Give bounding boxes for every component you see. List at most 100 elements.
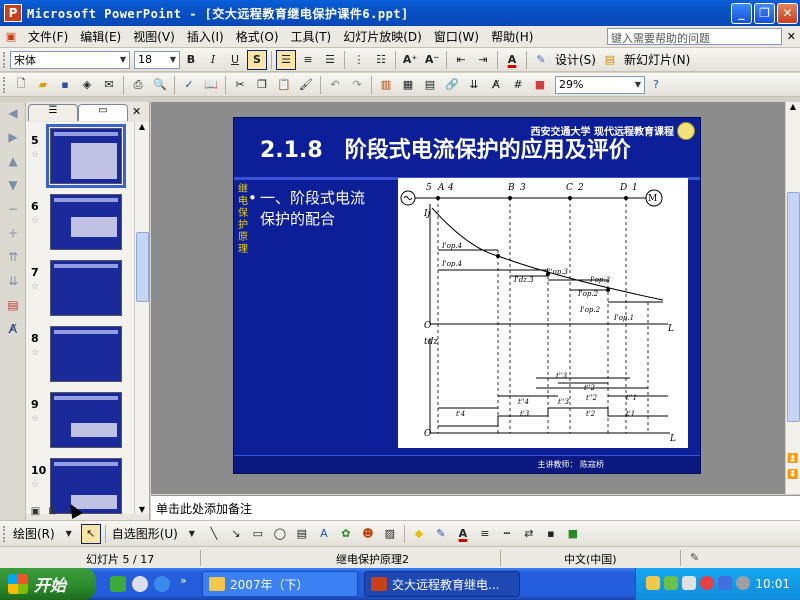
- toolbar-grip[interactable]: [3, 76, 6, 93]
- thumbnail-scrollbar[interactable]: ▲ ▼: [134, 122, 149, 514]
- scrollbar-thumb[interactable]: [136, 232, 149, 302]
- select-objects-icon[interactable]: ↖: [80, 523, 101, 544]
- arrow-icon[interactable]: ↘: [226, 524, 246, 544]
- tray-pencil-icon[interactable]: [646, 576, 660, 590]
- decrease-indent-icon[interactable]: ⇤: [451, 50, 471, 70]
- slide-title[interactable]: 2.1.8 阶段式电流保护的应用及评价: [260, 132, 631, 164]
- zoom-select[interactable]: 29% ▼: [555, 75, 645, 94]
- previous-slide-icon[interactable]: ⏫: [786, 454, 800, 464]
- menu-insert[interactable]: 插入(I): [181, 28, 230, 45]
- restore-button[interactable]: ❐: [754, 3, 775, 24]
- chevron-down-icon[interactable]: ▼: [59, 524, 79, 544]
- slide-thumbnail-7[interactable]: 7 ☆: [26, 258, 134, 322]
- tray-volume-icon[interactable]: [682, 576, 696, 590]
- picture-icon[interactable]: ▨: [380, 524, 400, 544]
- summary-slide-icon[interactable]: ▤: [3, 298, 23, 318]
- permission-icon[interactable]: ◈: [77, 75, 97, 95]
- promote-icon[interactable]: ◀: [3, 106, 23, 126]
- move-down-icon[interactable]: ▼: [3, 178, 23, 198]
- font-name-select[interactable]: 宋体 ▼: [10, 50, 130, 69]
- expand-icon[interactable]: +: [3, 226, 23, 246]
- dash-style-icon[interactable]: ┅: [497, 524, 517, 544]
- new-slide-button[interactable]: 新幻灯片(N): [621, 51, 693, 68]
- scrollbar-thumb[interactable]: [787, 192, 800, 422]
- increase-font-icon[interactable]: A⁺: [400, 50, 420, 70]
- clock[interactable]: 10:01: [755, 577, 790, 591]
- collapse-icon[interactable]: −: [3, 202, 23, 222]
- chevron-down-icon[interactable]: ▼: [182, 524, 202, 544]
- close-document-icon[interactable]: ✕: [787, 30, 796, 43]
- task-folder[interactable]: 2007年（下）: [202, 571, 358, 597]
- start-button[interactable]: 开始: [0, 568, 96, 600]
- insert-table-icon[interactable]: ▦: [398, 75, 418, 95]
- research-icon[interactable]: 📖: [201, 75, 221, 95]
- menu-format[interactable]: 格式(O): [230, 28, 285, 45]
- menu-view[interactable]: 视图(V): [127, 28, 181, 45]
- minimize-button[interactable]: _: [731, 3, 752, 24]
- new-slide-icon[interactable]: ▤: [600, 50, 620, 70]
- italic-button[interactable]: I: [203, 50, 223, 70]
- arrow-style-icon[interactable]: ⇄: [519, 524, 539, 544]
- scroll-down-icon[interactable]: ▼: [135, 505, 149, 514]
- bold-button[interactable]: B: [181, 50, 201, 70]
- slide-thumbnail-8[interactable]: 8 ☆: [26, 324, 134, 388]
- fill-color-icon[interactable]: ◆: [409, 524, 429, 544]
- help-icon[interactable]: ?: [646, 75, 666, 95]
- align-left-icon[interactable]: ☰: [276, 49, 296, 70]
- align-right-icon[interactable]: ☰: [320, 50, 340, 70]
- shadow-button[interactable]: S: [247, 49, 267, 70]
- menu-help[interactable]: 帮助(H): [485, 28, 539, 45]
- align-center-icon[interactable]: ≡: [298, 50, 318, 70]
- show-formatting-icon[interactable]: A̸: [486, 75, 506, 95]
- tab-outline[interactable]: ☰: [28, 104, 78, 121]
- scroll-up-icon[interactable]: ▲: [135, 122, 149, 131]
- slide-thumbnail-6[interactable]: 6 ☆: [26, 192, 134, 256]
- move-up-icon[interactable]: ▲: [3, 154, 23, 174]
- notes-pane[interactable]: 单击此处添加备注: [151, 495, 800, 520]
- increase-indent-icon[interactable]: ⇥: [473, 50, 493, 70]
- open-folder-icon[interactable]: ▰: [33, 75, 53, 95]
- menu-slideshow[interactable]: 幻灯片放映(D): [337, 28, 428, 45]
- numbering-icon[interactable]: ⋮: [349, 50, 369, 70]
- tray-security-icon[interactable]: [700, 576, 714, 590]
- print-icon[interactable]: ⎙: [128, 75, 148, 95]
- 3d-style-icon[interactable]: ■: [563, 524, 583, 544]
- expand-all-icon[interactable]: ⇊: [3, 274, 23, 294]
- quicklaunch-media-icon[interactable]: [132, 576, 148, 592]
- new-document-icon[interactable]: 🗋: [11, 75, 31, 95]
- paste-icon[interactable]: 📋: [274, 75, 294, 95]
- tray-update-icon[interactable]: [736, 576, 750, 590]
- copy-icon[interactable]: ❐: [252, 75, 272, 95]
- font-color-icon[interactable]: A: [453, 524, 473, 544]
- bullets-icon[interactable]: ☷: [371, 50, 391, 70]
- save-icon[interactable]: ▪: [55, 75, 75, 95]
- quicklaunch-browser-icon[interactable]: [154, 576, 170, 592]
- font-size-select[interactable]: 18 ▼: [134, 50, 180, 69]
- line-color-icon[interactable]: ✎: [431, 524, 451, 544]
- underline-button[interactable]: U: [225, 50, 245, 70]
- show-grid-icon[interactable]: #: [508, 75, 528, 95]
- line-icon[interactable]: ╲: [204, 524, 224, 544]
- menu-window[interactable]: 窗口(W): [428, 28, 485, 45]
- canvas-scrollbar[interactable]: ▲ ⏫ ⏬: [785, 102, 800, 494]
- quicklaunch-chevron-icon[interactable]: »: [180, 574, 187, 587]
- close-pane-icon[interactable]: ✕: [132, 105, 141, 118]
- diagram-icon[interactable]: ✿: [336, 524, 356, 544]
- clipart-icon[interactable]: ☻: [358, 524, 378, 544]
- design-button[interactable]: 设计(S): [552, 51, 599, 68]
- slide-thumbnail-5[interactable]: 5 ☆: [26, 124, 134, 190]
- shadow-style-icon[interactable]: ▪: [541, 524, 561, 544]
- expand-all-icon[interactable]: ⇊: [464, 75, 484, 95]
- oval-icon[interactable]: ◯: [270, 524, 290, 544]
- textbox-icon[interactable]: ▤: [292, 524, 312, 544]
- draw-menu-button[interactable]: 绘图(R): [10, 525, 58, 542]
- help-search-input[interactable]: 键入需要帮助的问题: [607, 28, 782, 45]
- menu-tools[interactable]: 工具(T): [285, 28, 338, 45]
- show-formatting-icon[interactable]: A̸: [3, 322, 23, 342]
- undo-icon[interactable]: ↶: [325, 75, 345, 95]
- powerpoint-app-icon[interactable]: P: [4, 4, 22, 22]
- spelling-status-icon[interactable]: ✎: [690, 551, 699, 564]
- line-style-icon[interactable]: ≡: [475, 524, 495, 544]
- slide-bullet[interactable]: • 一、阶段式电流保护的配合: [248, 188, 370, 230]
- rectangle-icon[interactable]: ▭: [248, 524, 268, 544]
